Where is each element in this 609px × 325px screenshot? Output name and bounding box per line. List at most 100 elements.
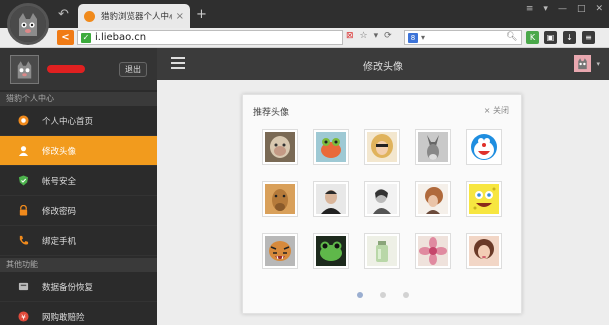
sidebar-item-label: 修改密码	[42, 206, 77, 217]
redacted-username	[47, 65, 85, 73]
close-icon[interactable]: ✕	[595, 4, 603, 14]
avatar-option-blonde-girl[interactable]	[364, 129, 400, 165]
avatar-option-woman-bw[interactable]	[364, 181, 400, 217]
phone-icon	[19, 235, 29, 245]
user-icon	[18, 146, 29, 156]
avatar-option-frog-green[interactable]	[313, 233, 349, 269]
screenshot-icon[interactable]: ⊠	[346, 31, 354, 41]
sidebar-item-phone[interactable]: 绑定手机	[0, 226, 157, 256]
avatar-option-girl-photo[interactable]	[466, 233, 502, 269]
avatar-option-pink-flower[interactable]	[415, 233, 451, 269]
maximize-icon[interactable]: □	[577, 4, 586, 14]
pagination-dots	[243, 291, 523, 301]
menu-icon[interactable]: ▾	[543, 4, 548, 14]
profile-avatar[interactable]	[10, 55, 39, 84]
browser-window: ↶ 猎豹浏览器个人中心 × + ≡ ▾ — □ ✕ < ✓ i.liebao.c…	[0, 0, 609, 325]
dropdown-caret-icon[interactable]: ▾	[374, 31, 379, 41]
sidebar-item-avatar[interactable]: 修改头像	[0, 136, 157, 166]
avatar-option-glass-jar[interactable]	[364, 233, 400, 269]
blonde-girl-icon	[367, 132, 397, 162]
avatar-option-donkey[interactable]	[415, 129, 451, 165]
spongebob-icon	[469, 184, 499, 214]
liebao-favicon-icon	[84, 10, 95, 22]
cat-avatar-icon	[10, 6, 46, 42]
secure-check-icon: ✓	[81, 32, 91, 43]
page-dot-3[interactable]	[402, 292, 409, 298]
home-icon	[18, 115, 29, 126]
recommended-avatars-panel: 推荐头像 × 关闭	[242, 94, 522, 314]
donkey-icon	[418, 132, 448, 162]
avatar-option-tiger[interactable]	[262, 233, 298, 269]
header-dropdown-caret-icon[interactable]: ▾	[596, 60, 600, 68]
sidebar-item-label: 帐号安全	[42, 176, 77, 187]
sidebar-item-backup[interactable]: 数据备份恢复	[0, 272, 157, 302]
search-engine-caret-icon[interactable]: ▾	[421, 33, 425, 42]
page-dot-2[interactable]	[380, 292, 386, 298]
panel-title: 推荐头像	[253, 108, 290, 118]
avatar-option-camel[interactable]	[262, 181, 298, 217]
woman-bw-icon	[367, 184, 397, 214]
page-dot-1[interactable]	[357, 292, 364, 298]
address-tools: ⊠ ☆ ▾ ⟳	[346, 31, 392, 41]
search-engine-icon[interactable]: 8	[408, 33, 418, 43]
doraemon-icon	[469, 132, 499, 162]
sidebar-item-home[interactable]: 个人中心首页	[0, 106, 157, 136]
sidebar-item-label: 数据备份恢复	[42, 282, 94, 293]
avatar-option-frog-toy[interactable]	[313, 129, 349, 165]
girl-photo-icon	[469, 236, 499, 266]
camel-icon	[265, 184, 295, 214]
cat-avatar-icon	[574, 55, 591, 72]
monkey-icon	[265, 132, 295, 162]
new-tab-button[interactable]: +	[196, 7, 207, 22]
man-portrait-icon	[316, 184, 346, 214]
tab-close-icon[interactable]: ×	[176, 11, 184, 22]
content-area: 推荐头像 × 关闭	[157, 80, 609, 325]
search-input[interactable]: 8 ▾	[404, 30, 522, 45]
minimize-icon[interactable]: —	[558, 4, 567, 14]
sidebar-item-label: 绑定手机	[42, 236, 77, 247]
section-title-center: 猎豹个人中心	[0, 92, 157, 106]
avatar-option-girl-hair[interactable]	[415, 181, 451, 217]
shield-icon	[18, 175, 29, 186]
sidebar-item-label: 修改头像	[42, 146, 77, 157]
avatar-option-doraemon[interactable]	[466, 129, 502, 165]
tiger-icon	[265, 236, 295, 266]
sidebar-item-security[interactable]: 帐号安全	[0, 166, 157, 196]
frog-green-icon	[316, 236, 346, 266]
girl-hair-icon	[418, 184, 448, 214]
page-title: 修改头像	[363, 62, 403, 73]
tab-title: 猎豹浏览器个人中心	[101, 12, 172, 22]
search-icon[interactable]: 🔍︎	[506, 32, 517, 42]
browser-tab[interactable]: 猎豹浏览器个人中心 ×	[78, 4, 190, 28]
title-bar: ↶ 猎豹浏览器个人中心 × + ≡ ▾ — □ ✕	[0, 0, 609, 28]
backup-icon	[18, 282, 29, 291]
avatar-option-man-portrait[interactable]	[313, 181, 349, 217]
extension-download-icon[interactable]: ↓	[563, 31, 576, 44]
skin-icon[interactable]: ≡	[526, 4, 534, 14]
window-controls: ≡ ▾ — □ ✕	[526, 4, 603, 14]
insurance-icon: ¥	[18, 311, 29, 322]
logout-button[interactable]: 退出	[119, 62, 147, 77]
favorite-star-icon[interactable]: ☆	[360, 31, 368, 41]
avatar-option-spongebob[interactable]	[466, 181, 502, 217]
url-field[interactable]: ✓ i.liebao.cn	[77, 30, 343, 45]
avatar-option-monkey[interactable]	[262, 129, 298, 165]
sidebar-item-label: 网购敢赔险	[42, 312, 85, 323]
sidebar-item-label: 个人中心首页	[42, 116, 94, 127]
extension-lock-icon[interactable]: ▣	[544, 31, 557, 44]
extension-k-icon[interactable]: K	[526, 31, 539, 44]
browser-user-avatar[interactable]	[7, 3, 49, 45]
header-avatar[interactable]	[574, 55, 591, 72]
svg-text:¥: ¥	[21, 312, 26, 321]
sidebar-item-insurance[interactable]: ¥ 网购敢赔险	[0, 302, 157, 325]
back-button[interactable]: <	[57, 30, 74, 45]
panel-close-button[interactable]: × 关闭	[484, 105, 509, 116]
extension-menu-icon[interactable]: ≡	[582, 31, 595, 44]
sidebar-item-password[interactable]: 修改密码	[0, 196, 157, 226]
sidebar: 退出 猎豹个人中心 个人中心首页 修改头像 帐号安全 修改密码 绑定手机 其他功…	[0, 48, 157, 325]
sidebar-profile: 退出	[0, 48, 157, 90]
lock-icon	[19, 205, 28, 216]
cat-avatar-icon	[11, 56, 38, 83]
refresh-icon[interactable]: ⟳	[384, 31, 392, 41]
history-back-icon[interactable]: ↶	[58, 7, 69, 22]
